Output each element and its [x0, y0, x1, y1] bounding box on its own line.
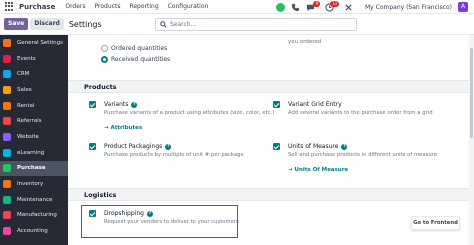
save-button[interactable]: Save [4, 18, 29, 30]
variant-grid-checkbox[interactable] [273, 101, 280, 108]
bill-control-description: you ordered [288, 39, 322, 45]
sidebar-item-purchase[interactable]: Purchase [0, 160, 68, 177]
maintenance-app-icon [3, 195, 11, 204]
dropshipping-highlight-box [81, 205, 238, 238]
radio-button-selected[interactable] [101, 56, 108, 63]
control-panel: Save Discard Settings Search... [0, 14, 474, 35]
attributes-link[interactable]: → Attributes [104, 125, 142, 131]
purchase-app-icon [3, 164, 11, 173]
uom-description: Sell and purchase products in different … [288, 152, 438, 158]
rental-app-icon [3, 101, 11, 110]
variants-title: Variants [104, 101, 129, 108]
uom-title: Units of Measure [288, 143, 339, 150]
general-settings-app-icon [3, 38, 11, 47]
sidebar-item-maintenance[interactable]: Maintenance [0, 192, 68, 208]
main-menu: Orders Products Reporting Configuration [65, 3, 208, 10]
sales-app-icon [3, 85, 11, 94]
page-title: Settings [68, 19, 102, 29]
referrals-app-icon [3, 117, 11, 126]
section-products-header: Products [68, 80, 474, 93]
menu-products[interactable]: Products [95, 3, 121, 10]
sidebar-item-website[interactable]: Website [0, 129, 68, 145]
app-brand[interactable]: Purchase [19, 3, 55, 11]
section-logistics-header: Logistics [68, 188, 474, 201]
units-of-measure-link[interactable]: → Units Of Measure [288, 167, 348, 173]
menu-orders[interactable]: Orders [65, 3, 85, 10]
crm-app-icon [3, 70, 11, 79]
settings-icon[interactable] [344, 3, 353, 12]
sidebar-item-rental[interactable]: Rental [0, 98, 68, 114]
setting-units-of-measure: Units of Measure? Sell and purchase prod… [273, 143, 468, 179]
setting-variants: Variants? Purchase variants of a product… [89, 101, 274, 137]
sidebar-item-referrals[interactable]: Referrals [0, 113, 68, 129]
discard-button[interactable]: Discard [30, 18, 64, 30]
company-switcher[interactable]: My Company (San Francisco) [365, 4, 452, 11]
variant-grid-description: Add several variants to the purchase ord… [288, 110, 433, 116]
sidebar-item-events[interactable]: Events [0, 51, 68, 67]
variants-description: Purchase variants of a product using att… [104, 110, 275, 116]
radio-button[interactable] [101, 45, 108, 52]
go-to-frontend-button[interactable]: Go to Frontend [411, 216, 460, 230]
help-icon[interactable]: ? [165, 143, 172, 150]
sidebar-item-general-settings[interactable]: General Settings [0, 35, 68, 51]
search-input[interactable]: Search... [155, 18, 357, 31]
app-menu-icon[interactable] [5, 1, 15, 12]
events-app-icon [3, 54, 11, 63]
sidebar-item-crm[interactable]: CRM [0, 66, 68, 82]
menu-configuration[interactable]: Configuration [168, 3, 209, 10]
sidebar-item-elearning[interactable]: eLearning [0, 145, 68, 161]
elearning-app-icon [3, 148, 11, 157]
website-app-icon [3, 132, 11, 141]
packagings-description: Purchase products by multiple of unit # … [104, 152, 244, 158]
top-navbar: Purchase Orders Products Reporting Confi… [0, 0, 474, 14]
manufacturing-app-icon [3, 211, 11, 220]
inventory-app-icon [3, 180, 11, 189]
packagings-checkbox[interactable] [89, 143, 96, 150]
sidebar-item-manufacturing[interactable]: Manufacturing [0, 208, 68, 224]
variants-checkbox[interactable] [89, 101, 96, 108]
radio-ordered-quantities[interactable]: Ordered quantities [101, 45, 167, 52]
search-placeholder: Search... [170, 21, 197, 28]
uom-checkbox[interactable] [273, 143, 280, 150]
help-icon[interactable]: ? [131, 101, 138, 108]
scrollbar-thumb[interactable] [470, 48, 473, 138]
help-icon[interactable]: ? [341, 143, 348, 150]
user-avatar[interactable]: A [458, 2, 468, 12]
setting-variant-grid-entry: Variant Grid Entry Add several variants … [273, 101, 463, 131]
clock-icon[interactable]: 13 [325, 0, 339, 12]
phone-icon[interactable] [291, 3, 300, 12]
radio-received-quantities[interactable]: Received quantities [101, 56, 170, 63]
sidebar-item-inventory[interactable]: Inventory [0, 176, 68, 192]
activity-badge: 13 [329, 0, 339, 7]
chat-badge: 9 [313, 0, 320, 7]
menu-reporting[interactable]: Reporting [129, 3, 158, 10]
sidebar-item-sales[interactable]: Sales [0, 82, 68, 98]
packagings-title: Product Packagings [104, 143, 163, 150]
search-icon [160, 21, 167, 28]
sidebar-item-accounting[interactable]: Accounting [0, 223, 68, 239]
settings-sidebar: General Settings Events CRM Sales Rental… [0, 35, 68, 245]
setting-product-packagings: Product Packagings? Purchase products by… [89, 143, 269, 173]
accounting-app-icon [3, 227, 11, 236]
variant-grid-title: Variant Grid Entry [288, 101, 342, 108]
chat-icon[interactable]: 9 [306, 0, 320, 12]
whatsapp-icon[interactable] [276, 2, 285, 12]
